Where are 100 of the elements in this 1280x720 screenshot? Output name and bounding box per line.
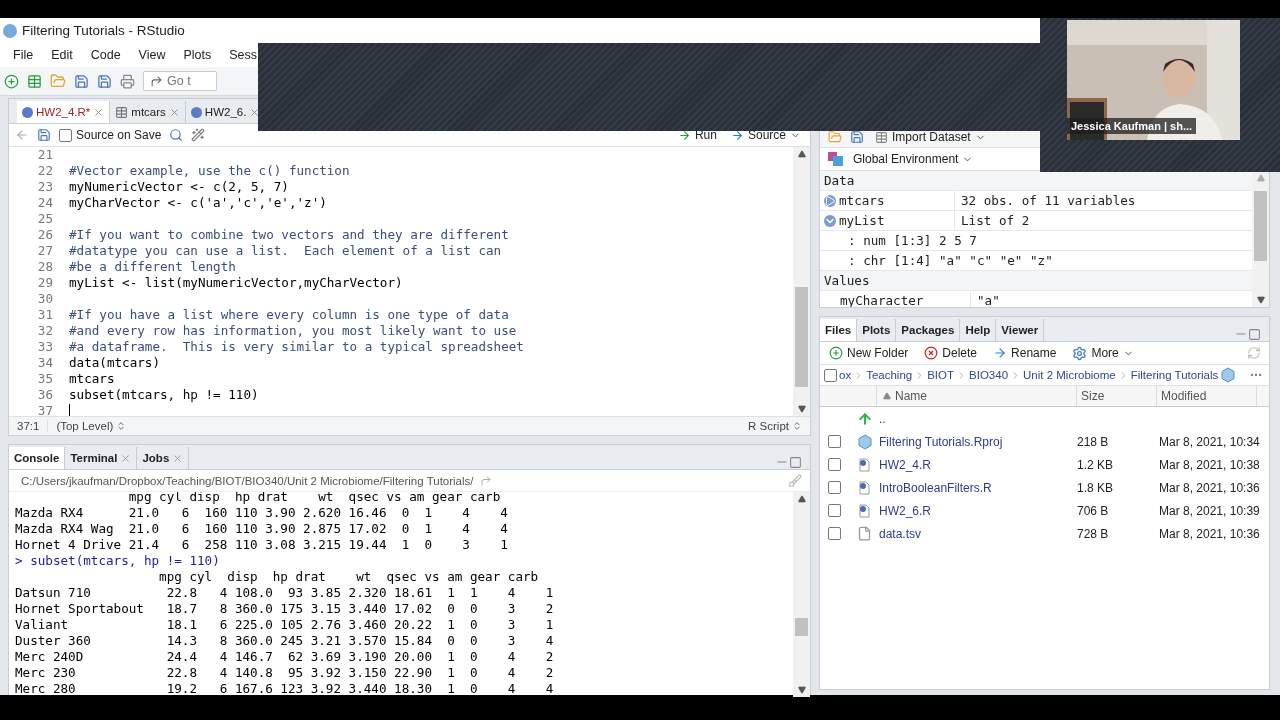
r-file-icon [857,457,871,472]
r-file-icon [857,503,871,518]
column-header[interactable]: Size [1077,386,1157,406]
breadcrumb-link[interactable]: ox [839,369,852,381]
file-link[interactable]: HW2_6.R [879,503,931,518]
menu-item[interactable]: Code [81,48,130,62]
back-icon[interactable] [15,128,29,142]
variable-value: 32 obs. of 11 variables [960,193,1137,208]
code-line: mtcars [69,371,115,387]
row-checkbox[interactable] [828,435,841,448]
file-action-button[interactable]: Delete [921,346,981,360]
expand-icon[interactable] [824,194,836,207]
arrow-icon [677,128,691,142]
cursor-position: 37:1 [9,420,49,432]
breadcrumb-link[interactable]: Teaching [866,369,913,381]
file-link[interactable]: .. [879,411,886,426]
refresh-icon[interactable] [1247,346,1261,360]
breadcrumb-link[interactable]: Filtering Tutorials [1130,369,1219,381]
editor-tab[interactable]: HW2_4.R* [17,101,111,123]
scroll-up-icon[interactable] [797,150,806,158]
row-checkbox[interactable] [828,458,841,471]
file-modified: Mar 8, 2021, 10:34 [1159,434,1260,449]
scroll-down-icon[interactable] [1256,296,1265,304]
scrollbar-thumb[interactable] [1254,191,1267,261]
console-tab[interactable]: Console [9,447,66,469]
code-line: myNumericVector <- c(2, 5, 7) [69,179,289,195]
go-to-field[interactable]: Go t [143,71,217,91]
project-icon [1220,367,1237,383]
save-icon[interactable] [850,130,864,144]
scroll-up-icon[interactable] [797,495,806,503]
new-file-icon[interactable] [4,73,19,89]
menu-item[interactable]: Edit [42,48,82,62]
import-dataset-button[interactable]: Import Dataset [872,130,989,144]
search-icon[interactable] [169,128,184,142]
file-action-button[interactable]: More [1069,345,1137,361]
scrollbar-thumb[interactable] [795,287,808,387]
console-output: Duster 360 14.3 8 360.0 245 3.21 3.570 15.84 0 0 3 4 [15,633,555,649]
console-output: Valiant 18.1 6 225.0 105 2.76 3.460 20.22 1 0 3 1 [15,617,555,633]
file-type-selector[interactable]: R Script [740,420,810,432]
source-button[interactable]: Source [727,128,804,142]
menu-item[interactable]: File [4,48,43,62]
code-line: subset(mtcars, hp != 110) [69,387,259,403]
clear-console-icon[interactable] [788,473,802,488]
wand-icon[interactable] [191,128,206,142]
environment-selector[interactable]: Global Environment [850,152,977,166]
file-link[interactable]: Filtering Tutorials.Rproj [879,434,1003,449]
variable-value: List of 2 [960,213,1031,228]
line-number: 25 [36,211,54,227]
breadcrumb-link[interactable]: BIOT [927,369,955,381]
updown-icon [116,421,127,431]
list-element: : num [1:3] 2 5 7 [847,232,978,250]
maximize-icon[interactable] [789,456,802,469]
file-action-button[interactable]: Rename [990,346,1060,360]
breadcrumb-link[interactable]: BIO340 [969,369,1009,381]
scrollbar[interactable] [1252,171,1269,307]
scope-selector[interactable]: (Top Level) [48,420,135,432]
menu-item[interactable]: View [129,48,175,62]
menu-item[interactable]: Plots [174,48,221,62]
scroll-down-icon[interactable] [797,405,806,413]
scrollbar[interactable] [793,147,810,416]
breadcrumb-link[interactable]: Unit 2 Microbiome [1023,369,1116,381]
file-link[interactable]: IntroBooleanFilters.R [879,480,992,495]
collapse-icon[interactable] [824,214,836,227]
line-number: 26 [36,227,54,243]
pane-tab[interactable]: Files [820,319,858,341]
save-all-icon[interactable] [97,73,112,89]
go-to-directory-icon[interactable] [479,474,492,487]
code-comment: #be a different length [69,259,236,275]
file-size: 1.8 KB [1077,480,1114,495]
file-link[interactable]: data.tsv [879,526,922,541]
console-output: Datsun 710 22.8 4 108.0 93 3.85 2.320 18.61 1 1 4 1 [15,585,555,601]
close-icon[interactable] [249,106,261,118]
column-header[interactable]: Name [895,389,927,403]
code-comment: #and every row has information, you most likely want to use [69,323,517,339]
file-size: 706 B [1077,503,1109,518]
column-header[interactable]: Modified [1157,386,1257,406]
code-comment: #datatype you can use a list. Each element of a list can [69,243,502,259]
line-number: 27 [36,243,54,259]
select-all-checkbox[interactable] [824,368,837,382]
open-folder-icon[interactable] [828,130,842,144]
scrollbar[interactable] [793,492,810,697]
line-number: 29 [36,275,54,291]
row-checkbox[interactable] [828,527,841,540]
source-on-save-checkbox[interactable]: Source on Save [59,128,162,142]
participant-name: Jessica Kaufman | sh... [1067,118,1197,134]
r-file-icon [22,106,33,118]
file-link[interactable]: HW2_4.R [879,457,931,472]
file-action-button[interactable]: New Folder [826,346,912,360]
scrollbar-thumb[interactable] [795,618,808,636]
line-number: 35 [36,371,54,387]
environment-icon [828,152,844,166]
scroll-down-icon[interactable] [797,686,806,694]
up-arrow-icon[interactable] [857,410,873,427]
console-output: Merc 240D 24.4 4 146.7 62 3.69 3.190 20.00 1 0 4 2 [15,649,555,665]
row-checkbox[interactable] [828,504,841,517]
print-icon[interactable] [120,73,135,89]
maximize-icon[interactable] [1248,328,1261,341]
line-number: 28 [36,259,54,275]
row-checkbox[interactable] [828,481,841,494]
window-title: Filtering Tutorials - RStudio [22,23,185,38]
